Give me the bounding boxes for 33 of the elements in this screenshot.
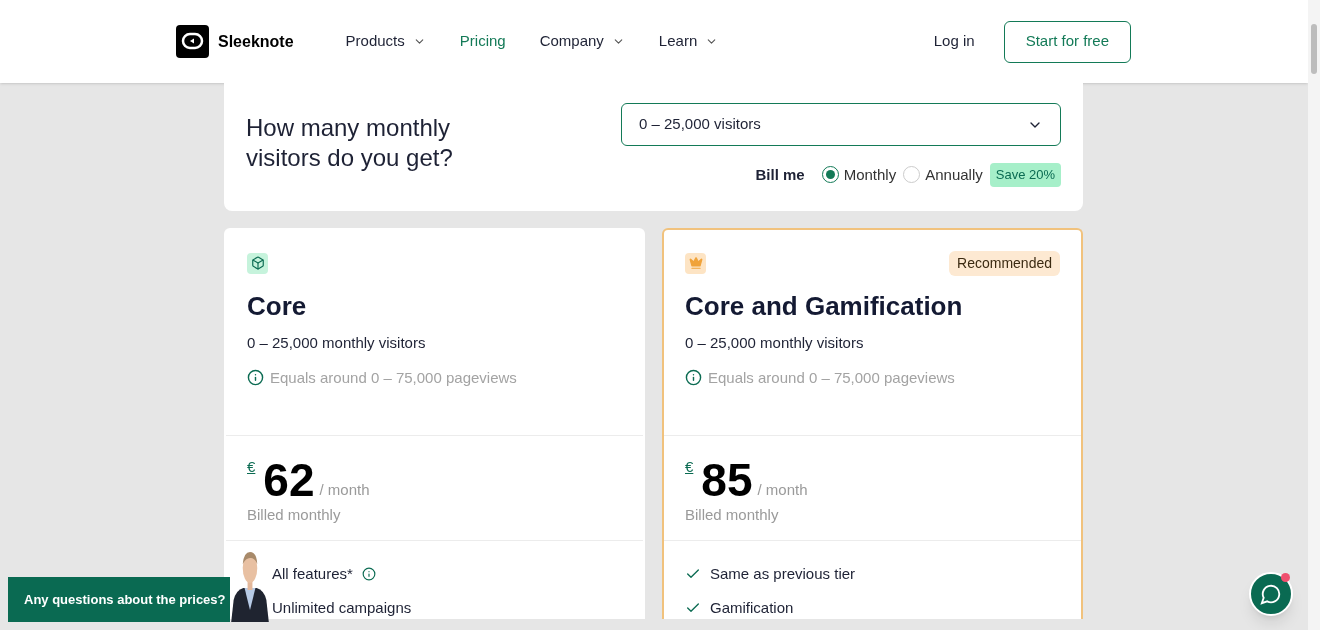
logo-text[interactable]: Sleeknote (218, 29, 294, 54)
chat-banner[interactable]: Any questions about the prices? (8, 577, 230, 622)
billed-text: Billed monthly (685, 505, 780, 525)
login-link[interactable]: Log in (933, 30, 975, 53)
nav-link[interactable]: Products (345, 30, 426, 53)
billed-text: Billed monthly (247, 505, 342, 525)
nav-link[interactable]: Learn (658, 30, 719, 53)
save-badge: Save 20% (989, 163, 1061, 187)
nav-link[interactable]: Company (539, 30, 625, 53)
plan-name: Core and Gamification (685, 290, 964, 323)
currency-symbol: € (685, 457, 694, 477)
visitors-text: 0 – 25,000 monthly visitors (247, 333, 427, 353)
start-for-free-button[interactable]: Start for free (1003, 20, 1131, 63)
visitors-select[interactable]: 0 – 25,000 visitors (621, 103, 1061, 146)
feature-text: Gamification (710, 597, 794, 618)
currency-symbol: € (247, 457, 256, 477)
visitors-text: 0 – 25,000 monthly visitors (685, 333, 865, 353)
recommended-badge: Recommended (949, 250, 1060, 276)
period-text: / month (319, 479, 370, 500)
plan-name: Core (247, 290, 308, 323)
period-text: / month (757, 479, 808, 500)
pageviews-text: Equals around 0 – 75,000 pageviews (270, 367, 517, 388)
pageviews-text: Equals around 0 – 75,000 pageviews (708, 367, 955, 388)
billing-radio[interactable]: Monthly (821, 163, 897, 186)
price: 62 (263, 456, 315, 504)
billing-radio[interactable]: Annually (903, 163, 983, 186)
feature-text: All features* (272, 564, 353, 584)
nav-link[interactable]: Pricing (459, 30, 506, 53)
feature-text: Unlimited campaigns (272, 597, 412, 618)
visitors-question: How many monthly visitors do you get? (246, 113, 454, 173)
price: 85 (701, 456, 753, 504)
bill-me-label: Bill me (755, 164, 805, 185)
feature-text: Same as previous tier (710, 564, 856, 584)
